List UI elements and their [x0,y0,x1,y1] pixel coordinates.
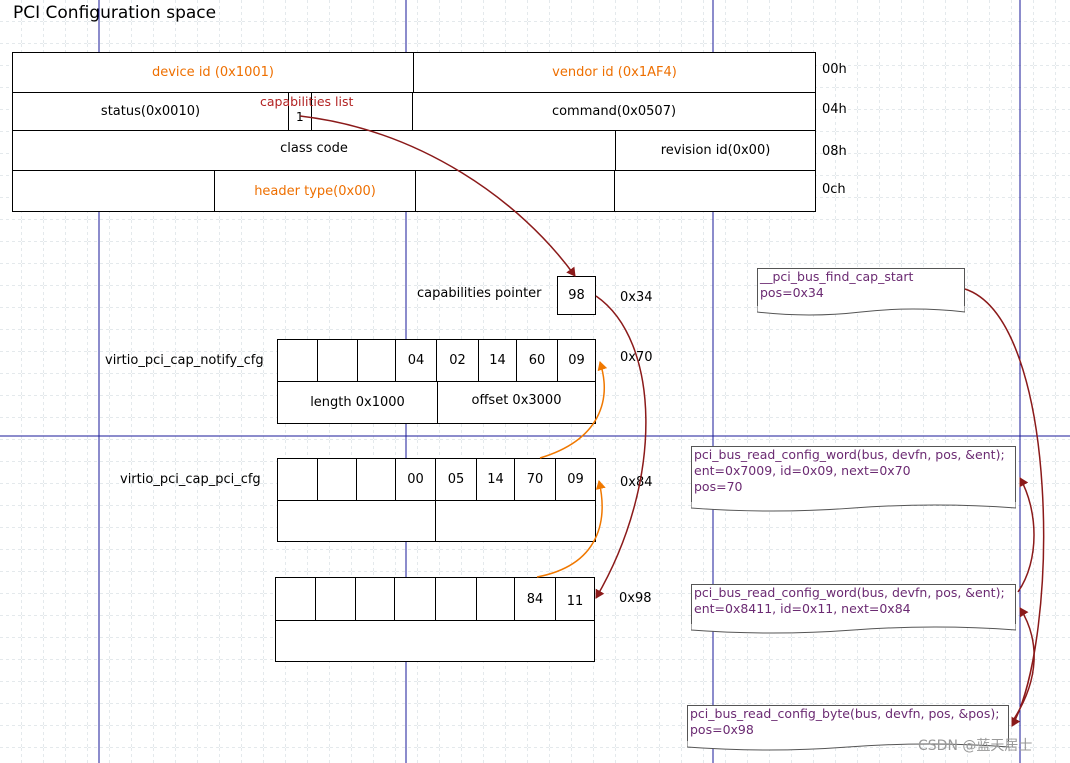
notify-byte: 09 [557,339,596,382]
note-line: pos=70 [694,479,743,494]
pci-cfg-offset: 0x84 [620,475,653,490]
note-read-word-84: pci_bus_read_config_word(bus, devfn, pos… [691,584,1016,626]
pci-cfg-byte: 05 [435,458,477,501]
notify-byte [317,339,358,382]
notify-length-cell: length 0x1000 [277,381,438,424]
pci-cfg-low-cell [277,500,436,542]
note-line: pci_bus_read_config_word(bus, devfn, pos… [694,585,1005,600]
notify-byte: 04 [395,339,437,382]
vendor-id-cell: vendor id (0x1AF4) [413,52,816,93]
cap98-byte [355,577,395,621]
cap98-byte [435,577,477,621]
note-line: __pci_bus_find_cap_start [760,269,914,284]
pci-cfg-byte [317,458,357,501]
cap98-byte [394,577,436,621]
capabilities-pointer-label: capabilities pointer [417,286,542,301]
notify-byte: 14 [478,339,517,382]
note-line: ent=0x8411, id=0x11, next=0x84 [694,601,911,616]
watermark: CSDN @蓝天居士 [918,738,1033,754]
notify-byte: 60 [516,339,558,382]
note-read-word-70: pci_bus_read_config_word(bus, devfn, pos… [691,446,1016,504]
header-type-cell: header type(0x00) [214,170,416,212]
notify-offset-cell: offset 0x3000 [437,381,596,424]
offset-0ch: 0ch [822,182,846,197]
pci-cfg-byte: 09 [555,458,596,501]
capabilities-pointer-offset: 0x34 [620,290,653,305]
note-line: pci_bus_read_config_byte(bus, devfn, pos… [690,706,1000,721]
pci-cfg-byte: 70 [514,458,556,501]
device-id-cell: device id (0x1001) [12,52,414,93]
offset-04h: 04h [822,102,847,117]
note-line: pci_bus_read_config_word(bus, devfn, pos… [694,447,1005,462]
notify-byte [357,339,396,382]
capabilities-list-bit: 1 [296,110,304,124]
pci-cfg-high-cell [435,500,596,542]
page-title: PCI Configuration space [13,3,217,23]
cap98-byte: 11 [555,577,595,621]
bist-cell [12,170,215,212]
cap98-body-cell [275,620,595,662]
notify-cfg-offset: 0x70 [620,350,653,365]
cap98-byte [315,577,356,621]
pci-cfg-byte: 00 [395,458,436,501]
status-cell: status(0x0010) [12,92,289,131]
notify-cfg-label: virtio_pci_cap_notify_cfg [105,353,264,368]
note-find-cap-start: __pci_bus_find_cap_start pos=0x34 [757,268,965,308]
pci-cfg-byte: 14 [476,458,515,501]
cap98-byte [275,577,316,621]
pci-cfg-byte [277,458,318,501]
command-cell: command(0x0507) [412,92,816,131]
cache-line-cell [614,170,816,212]
pci-cfg-label: virtio_pci_cap_pci_cfg [120,472,261,487]
capabilities-list-label: capabilities list [260,94,354,109]
pci-cfg-byte [356,458,396,501]
offset-00h: 00h [822,62,847,77]
notify-byte: 02 [436,339,479,382]
class-code-cell: class code [12,130,616,171]
offset-08h: 08h [822,144,847,159]
revision-id-cell: revision id(0x00) [615,130,816,171]
capabilities-pointer-cell: 98 [557,276,596,315]
note-line: pos=0x34 [760,285,824,300]
cap98-byte [476,577,515,621]
notify-byte [277,339,318,382]
note-line: ent=0x7009, id=0x09, next=0x70 [694,463,911,478]
latency-timer-cell [415,170,615,212]
cap98-byte: 84 [514,577,556,621]
cap98-offset: 0x98 [619,591,652,606]
